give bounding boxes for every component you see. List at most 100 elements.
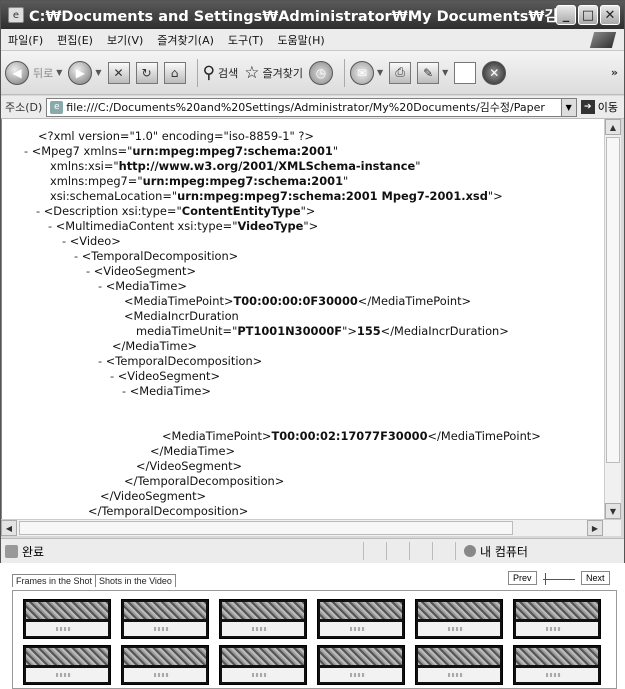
toolbar-overflow-icon[interactable]: »: [611, 66, 618, 79]
maximize-icon[interactable]: □: [578, 5, 598, 25]
collapse-toggle[interactable]: -: [122, 384, 126, 398]
frame-thumbnail[interactable]: [23, 599, 111, 639]
address-input[interactable]: e file:///C:/Documents%20and%20Settings/…: [46, 97, 562, 117]
close-icon[interactable]: ✕: [600, 5, 620, 25]
edit-button[interactable]: ✎ ▼: [417, 61, 448, 84]
frame-thumbnail[interactable]: [219, 645, 307, 685]
print-button[interactable]: ⎙: [389, 61, 412, 84]
menu-file[interactable]: 파일(F): [1, 32, 50, 48]
minimize-icon[interactable]: _: [556, 5, 576, 25]
xml-text: </MediaTime>: [112, 339, 198, 353]
frame-image: [516, 668, 598, 682]
back-dropdown-icon[interactable]: ▼: [56, 68, 62, 77]
xml-line: - <TemporalDecomposition>: [74, 249, 238, 264]
collapse-toggle[interactable]: -: [24, 144, 28, 158]
tab-shots-in-video[interactable]: Shots in the Video: [96, 574, 176, 587]
xml-text: <MultimediaContent xsi:type=": [55, 219, 238, 233]
collapse-toggle[interactable]: -: [110, 369, 114, 383]
menu-tools[interactable]: 도구(T): [221, 32, 271, 48]
menu-favorites[interactable]: 즐겨찾기(A): [150, 32, 221, 48]
xml-value: urn:mpeg:mpeg7:schema:2001 Mpeg7-2001.xs…: [177, 189, 488, 203]
messenger-button[interactable]: ✕: [482, 60, 507, 85]
prev-button[interactable]: Prev: [508, 571, 537, 585]
collapse-toggle[interactable]: -: [86, 264, 90, 278]
collapse-toggle[interactable]: -: [36, 204, 40, 218]
xml-text: ">: [487, 189, 503, 203]
xml-line: xmlns:xsi="http://www.w3.org/2001/XMLSch…: [50, 159, 420, 174]
collapse-toggle[interactable]: -: [98, 354, 102, 368]
discuss-button[interactable]: [454, 61, 477, 84]
frame-thumbnail[interactable]: [121, 599, 209, 639]
frame-thumbnail[interactable]: [513, 599, 601, 639]
frame-slider[interactable]: [543, 579, 575, 580]
frame-thumbnail[interactable]: [415, 599, 503, 639]
xml-text: ">: [300, 204, 316, 218]
scroll-up-icon[interactable]: ▲: [605, 119, 621, 135]
edit-dropdown-icon[interactable]: ▼: [442, 68, 448, 77]
frame-thumbnail[interactable]: [317, 645, 405, 685]
frame-thumbnail[interactable]: [415, 645, 503, 685]
horizontal-scroll-thumb[interactable]: [19, 521, 513, 535]
printer-icon: ⎙: [389, 61, 412, 84]
menu-view[interactable]: 보기(V): [100, 32, 150, 48]
scroll-right-icon[interactable]: ▶: [587, 520, 603, 536]
collapse-toggle[interactable]: -: [74, 249, 78, 263]
address-dropdown-icon[interactable]: ▼: [561, 97, 577, 117]
forward-dropdown-icon[interactable]: ▼: [95, 68, 101, 77]
frame-thumbnail[interactable]: [219, 599, 307, 639]
xml-value: PT1001N30000F: [237, 324, 343, 338]
frame-thumbnail[interactable]: [513, 645, 601, 685]
frames-panel: Frames in the Shot Shots in the Video Pr…: [12, 571, 617, 689]
zone-text: 내 컴퓨터: [480, 544, 528, 559]
favorites-button[interactable]: ☆ 즐겨찾기: [244, 63, 303, 83]
frame-image: [320, 602, 402, 619]
back-button[interactable]: ◀ 뒤로 ▼: [5, 60, 62, 85]
collapse-toggle[interactable]: -: [62, 234, 66, 248]
xml-text: ": [415, 159, 421, 173]
scroll-down-icon[interactable]: ▼: [605, 503, 621, 519]
menu-help[interactable]: 도움말(H): [270, 32, 331, 48]
home-button[interactable]: ⌂: [163, 61, 186, 84]
vertical-scroll-thumb[interactable]: [606, 137, 620, 463]
frame-thumbnail[interactable]: [121, 645, 209, 685]
refresh-button[interactable]: ↻: [135, 61, 158, 84]
title-bar[interactable]: e C:₩Documents and Settings₩Administrato…: [1, 1, 624, 29]
xml-text: </TemporalDecomposition>: [124, 474, 285, 488]
search-button[interactable]: ⚲ 검색: [203, 63, 239, 83]
xml-text: <Description xsi:type=": [43, 204, 182, 218]
go-button[interactable]: ➔ 이동: [580, 99, 618, 115]
mail-dropdown-icon[interactable]: ▼: [377, 68, 383, 77]
address-label: 주소(D): [5, 101, 43, 114]
home-icon: ⌂: [163, 61, 186, 84]
xml-text: <TemporalDecomposition>: [81, 249, 239, 263]
forward-arrow-icon: ▶: [68, 60, 93, 85]
vertical-scrollbar[interactable]: ▲ ▼: [604, 119, 621, 519]
history-button[interactable]: ◷: [309, 60, 333, 85]
frame-thumbnail[interactable]: [23, 645, 111, 685]
frame-thumbnail[interactable]: [317, 599, 405, 639]
xml-line: - <MediaTime>: [122, 384, 211, 399]
stop-button[interactable]: ✕: [107, 61, 130, 84]
xml-text: </MediaTime>: [150, 444, 236, 458]
xml-value: urn:mpeg:mpeg7:schema:2001: [132, 144, 333, 158]
horizontal-scrollbar[interactable]: ◀ ▶: [1, 519, 621, 536]
frame-image: [26, 668, 108, 682]
next-button[interactable]: Next: [581, 571, 610, 585]
scroll-left-icon[interactable]: ◀: [1, 520, 17, 536]
xml-text: <MediaTime>: [129, 384, 211, 398]
frame-image: [222, 668, 304, 682]
xml-line: - <VideoSegment>: [110, 369, 220, 384]
forward-button[interactable]: ▶ ▼: [68, 60, 102, 85]
collapse-toggle[interactable]: -: [48, 219, 52, 233]
tab-frames-in-shot[interactable]: Frames in the Shot: [12, 574, 97, 587]
window-title: C:₩Documents and Settings₩Administrator₩…: [29, 8, 556, 25]
status-pane: [409, 542, 432, 560]
xml-document-view: <?xml version="1.0" encoding="iso-8859-1…: [1, 119, 604, 519]
xml-line: </MediaTime>: [112, 339, 197, 354]
frame-image: [26, 602, 108, 619]
mail-button[interactable]: ✉ ▼: [350, 60, 383, 85]
collapse-toggle[interactable]: -: [98, 279, 102, 293]
xml-line: - <MultimediaContent xsi:type="VideoType…: [48, 219, 318, 234]
menu-edit[interactable]: 편집(E): [50, 32, 100, 48]
status-panes: 내 컴퓨터: [363, 542, 624, 560]
